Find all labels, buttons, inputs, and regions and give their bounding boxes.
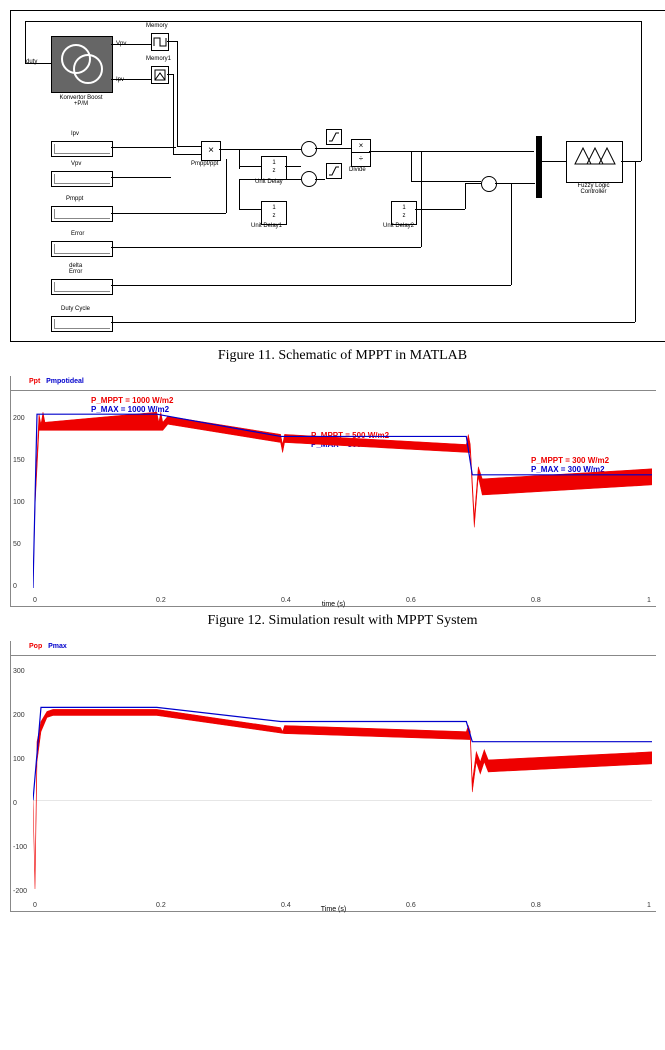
chart1-svg bbox=[33, 396, 652, 588]
display-ipv bbox=[51, 141, 113, 157]
label-display-pmppt: Pmppt bbox=[66, 196, 83, 202]
schematic-diagram: duty Vpv Ipv Konvertor Boost +P/M Memory… bbox=[10, 10, 665, 342]
ytick: 100 bbox=[13, 756, 25, 763]
block-unit-delay1: 1 z bbox=[261, 201, 287, 225]
block-konvertor bbox=[51, 36, 113, 93]
block-unit-delay: 1 z bbox=[261, 156, 287, 180]
chart-fig12: Ppt Pmpotideal 0 50 100 150 200 0 0.2 0.… bbox=[10, 376, 656, 607]
xtick: 0 bbox=[33, 902, 37, 909]
memory-icon bbox=[152, 34, 168, 50]
xtick: 0.4 bbox=[281, 597, 291, 604]
legend-chart2: Pop Pmax bbox=[29, 643, 67, 650]
label-unit-delay1: Unit Delay1 bbox=[251, 223, 282, 229]
xtick: 0 bbox=[33, 597, 37, 604]
label-display-error: Error bbox=[71, 231, 84, 237]
block-fuzzy bbox=[566, 141, 623, 183]
ytick: 200 bbox=[13, 415, 25, 422]
legend-pop: Pop bbox=[29, 643, 42, 650]
xtick: 0.2 bbox=[156, 597, 166, 604]
ytick: 100 bbox=[13, 499, 25, 506]
ytick: 150 bbox=[13, 457, 25, 464]
block-product: × bbox=[201, 141, 221, 161]
chart2-svg bbox=[33, 661, 652, 893]
label-product: Pmppt/ppt bbox=[191, 161, 218, 167]
xtick: 0.8 bbox=[531, 902, 541, 909]
sat-icon-2 bbox=[327, 164, 341, 178]
ytick: 200 bbox=[13, 712, 25, 719]
ytick: 50 bbox=[13, 541, 21, 548]
xtick: 0.6 bbox=[406, 902, 416, 909]
label-display-duty: Duty Cycle bbox=[61, 306, 90, 312]
display-error bbox=[51, 241, 113, 257]
legend-pmppt: Pmpotideal bbox=[46, 378, 84, 385]
xtick: 0.2 bbox=[156, 902, 166, 909]
label-memory1: Memory1 bbox=[146, 56, 171, 62]
ytick: 0 bbox=[13, 800, 17, 807]
label-ipv-port: Ipv bbox=[116, 77, 124, 83]
plot-area-1 bbox=[33, 396, 652, 588]
chart-fig13: Pop Pmax -200 -100 0 100 200 300 0 0.2 0… bbox=[10, 641, 656, 912]
display-delta bbox=[51, 279, 113, 295]
sum1 bbox=[301, 141, 317, 157]
display-vpv bbox=[51, 171, 113, 187]
xtick: 0.8 bbox=[531, 597, 541, 604]
caption-fig11: Figure 11. Schematic of MPPT in MATLAB bbox=[10, 348, 665, 364]
label-display-ipv: Ipv bbox=[71, 131, 79, 137]
label-display-vpv: Vpv bbox=[71, 161, 81, 167]
label-konvertor: Konvertor Boost +P/M bbox=[51, 95, 111, 107]
ytick: -200 bbox=[13, 888, 27, 895]
xtick: 0.6 bbox=[406, 597, 416, 604]
block-mux bbox=[536, 136, 542, 198]
legend-ppt: Ppt bbox=[29, 378, 40, 385]
label-fuzzy: Fuzzy Logic Controller bbox=[566, 183, 621, 195]
konvertor-icon bbox=[52, 37, 112, 92]
label-unit-delay2: Unit Delay2 bbox=[383, 223, 414, 229]
xtick: 1 bbox=[647, 597, 651, 604]
legend-pmax: Pmax bbox=[48, 643, 67, 650]
legend-chart1: Ppt Pmpotideal bbox=[29, 378, 84, 385]
xaxis-title: time (s) bbox=[322, 601, 345, 608]
block-sat1 bbox=[326, 129, 342, 145]
display-duty bbox=[51, 316, 113, 332]
ytick: -100 bbox=[13, 844, 27, 851]
ytick: 0 bbox=[13, 583, 17, 590]
caption-fig12: Figure 12. Simulation result with MPPT S… bbox=[10, 613, 665, 629]
xtick: 0.4 bbox=[281, 902, 291, 909]
sum3 bbox=[481, 176, 497, 192]
label-memory: Memory bbox=[146, 23, 168, 29]
label-divide: Divide bbox=[349, 167, 366, 173]
block-divide: × ÷ bbox=[351, 139, 371, 167]
plot-area-2 bbox=[33, 661, 652, 893]
fuzzy-icon bbox=[567, 142, 622, 168]
xaxis-title-2: Time (s) bbox=[321, 906, 346, 913]
memory1-icon bbox=[152, 67, 168, 83]
sat-icon bbox=[327, 130, 341, 144]
label-display-delta: delta Error bbox=[69, 263, 82, 275]
label-duty: duty bbox=[26, 59, 37, 65]
block-memory1 bbox=[151, 66, 169, 84]
block-memory bbox=[151, 33, 169, 51]
xtick: 1 bbox=[647, 902, 651, 909]
block-unit-delay2: 1 z bbox=[391, 201, 417, 225]
display-pmppt bbox=[51, 206, 113, 222]
block-sat2 bbox=[326, 163, 342, 179]
ytick: 300 bbox=[13, 668, 25, 675]
